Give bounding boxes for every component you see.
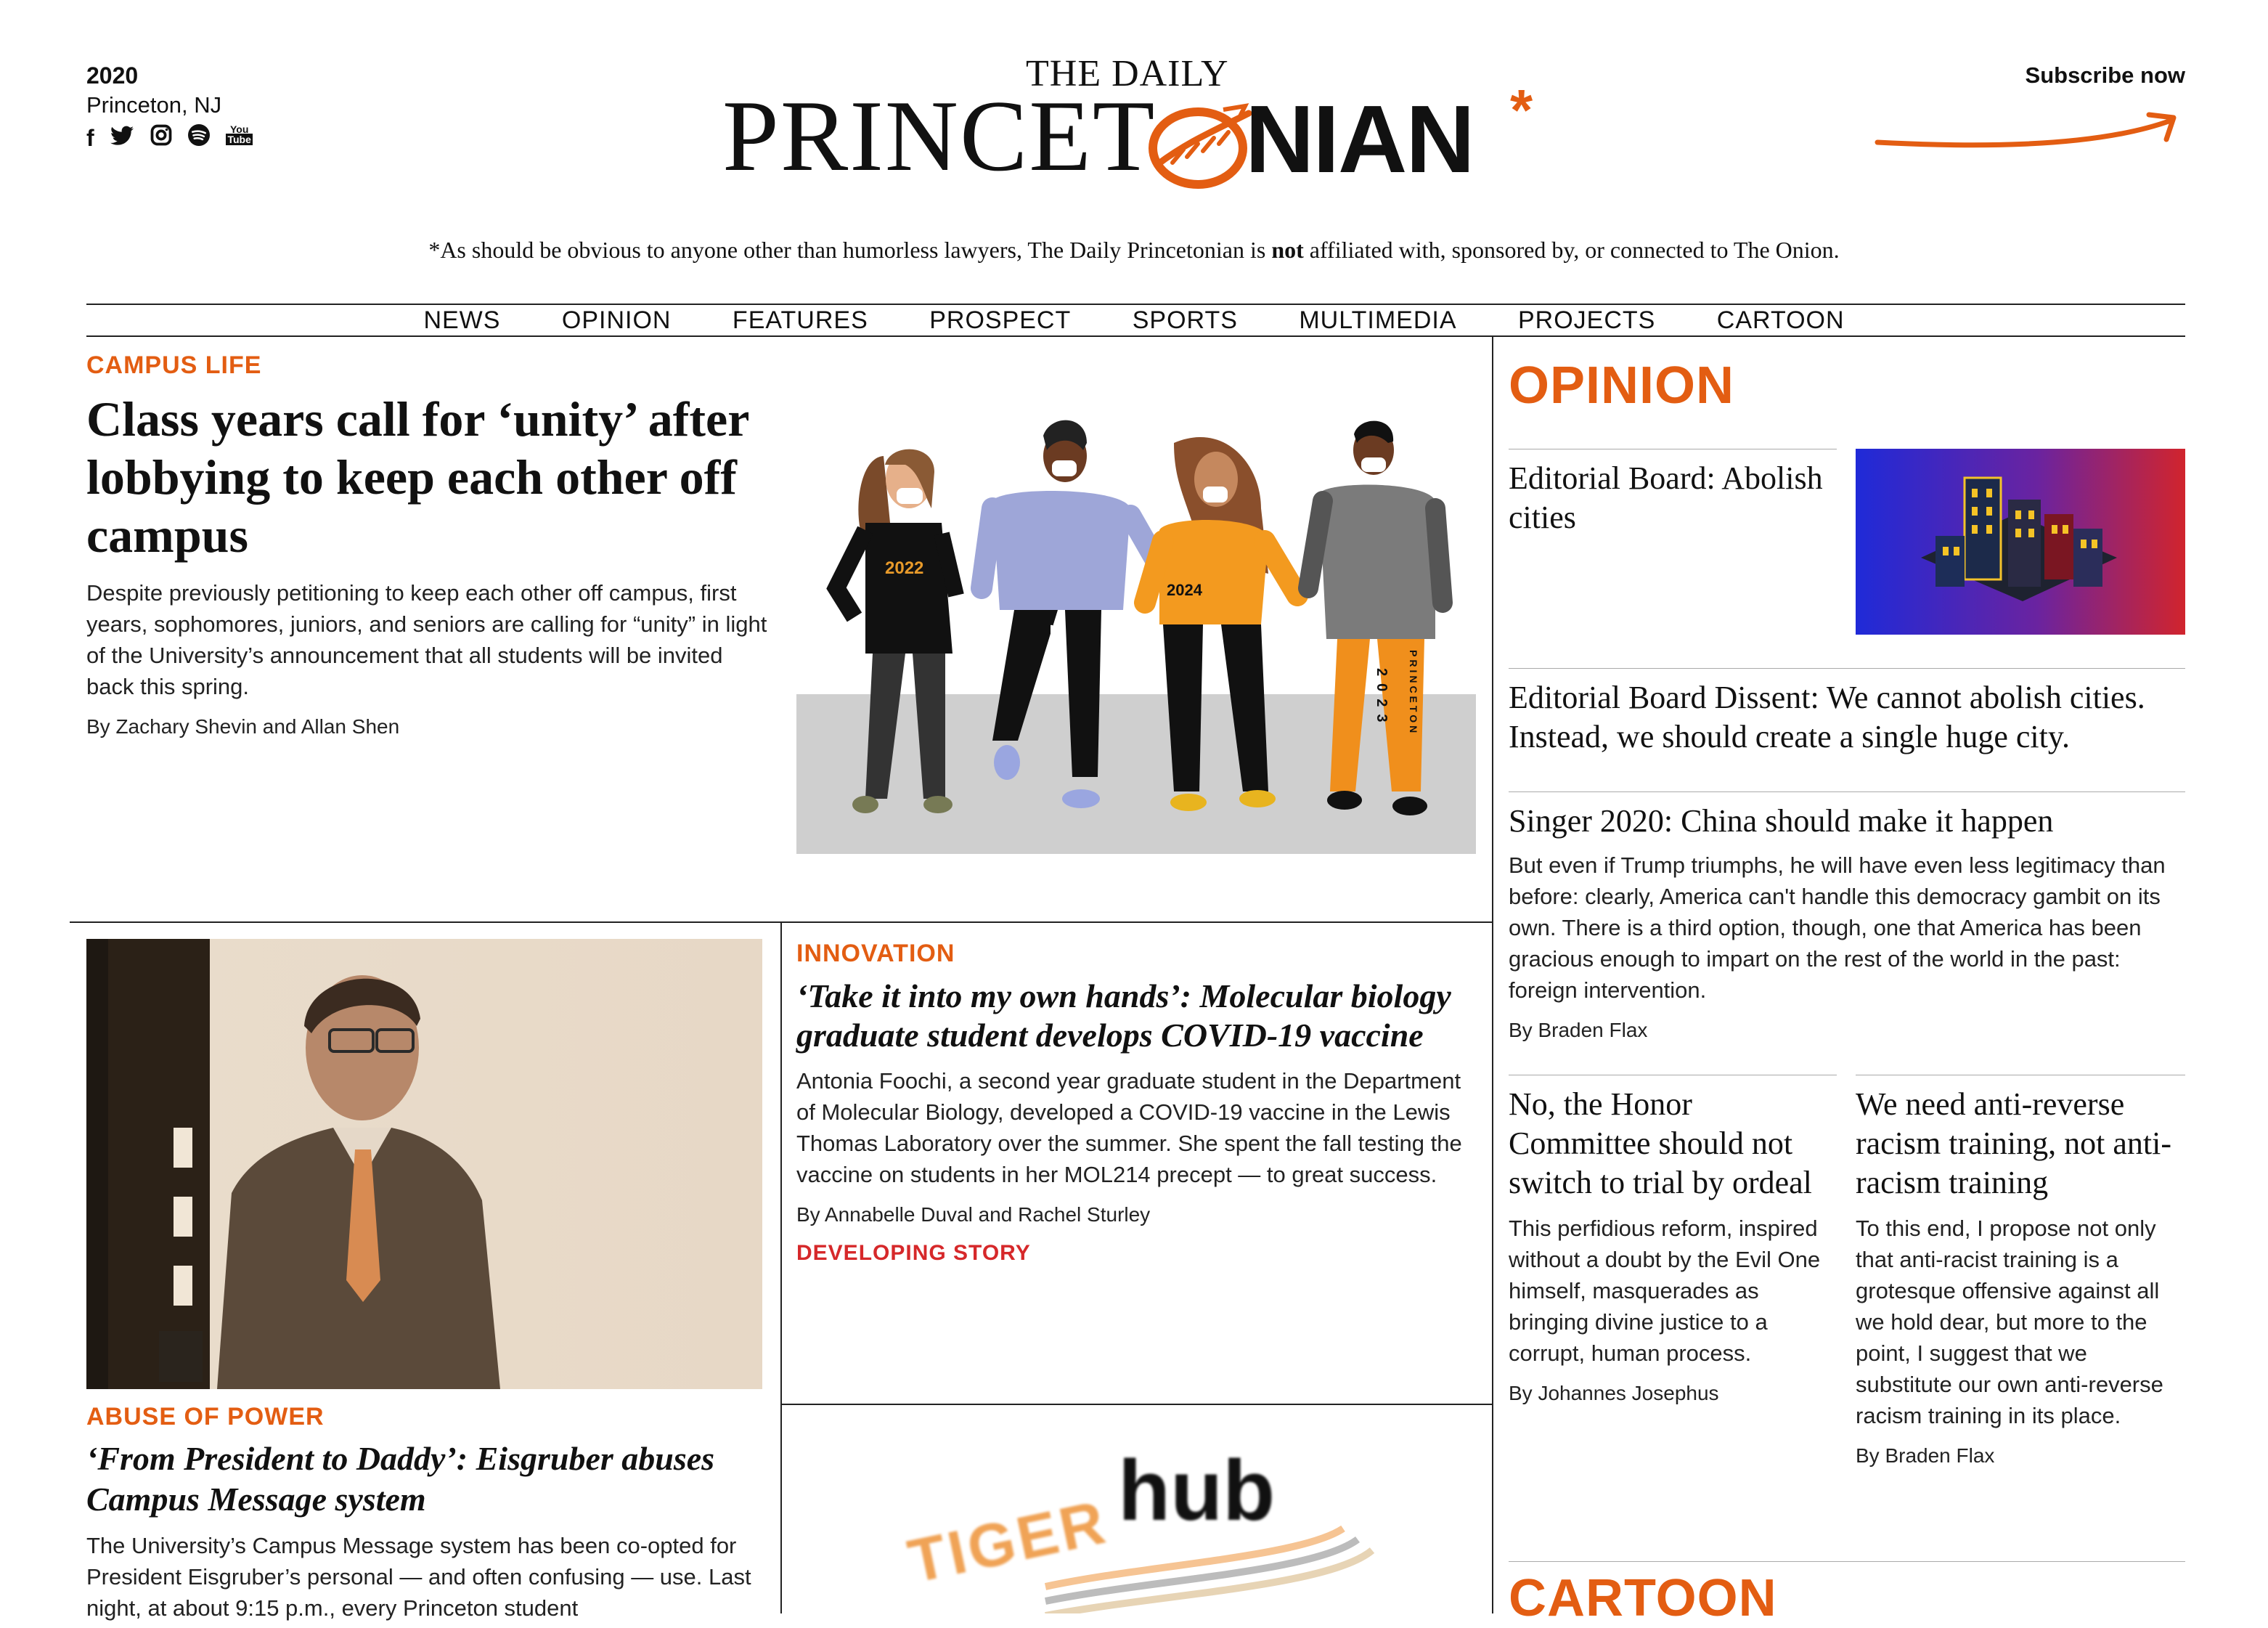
tiger-o-icon (1149, 103, 1252, 189)
story3-kicker[interactable]: INNOVATION (796, 940, 1475, 968)
nav-news[interactable]: NEWS (423, 306, 500, 335)
figure-label-2021: 2021 (1046, 624, 1066, 692)
column-divider-mid (780, 923, 782, 1613)
edition-location: Princeton, NJ (86, 92, 222, 118)
onion-disclaimer: *As should be obvious to anyone other th… (0, 237, 2268, 264)
lead-summary: Despite previously petitioning to keep e… (86, 580, 767, 699)
nav-top-rule (86, 304, 2185, 305)
social-links: f You Tube (86, 124, 319, 153)
opinion-item3-rule (1509, 791, 2185, 792)
opinion-item4: No, the Honor Committee should not switc… (1509, 1085, 1832, 1405)
masthead-left: 2020 Princeton, NJ f You Tube (86, 62, 319, 153)
subscribe-link[interactable]: Subscribe now (1960, 62, 2185, 89)
logo-asterisk: * (1510, 78, 1533, 142)
tigerhub-hub-text: hub (1118, 1443, 1276, 1539)
site-logo[interactable]: THE DAILY PRINCET NIAN * (722, 52, 1557, 190)
opinion-section-title[interactable]: OPINION (1509, 356, 1734, 415)
figure-label-2024: 2024 (1167, 581, 1203, 599)
story2-summary: The University’s Campus Message system h… (86, 1533, 751, 1621)
story2-kicker[interactable]: ABUSE OF POWER (86, 1403, 769, 1431)
column-divider-main (1492, 337, 1493, 1613)
twitter-icon[interactable] (110, 125, 134, 152)
figure-label-princeton: PRINCETON (1408, 650, 1419, 736)
logo-right-text: NIAN (1245, 86, 1475, 192)
figure-label-2023: 2023 (1374, 668, 1390, 730)
opinion-item2-rule (1509, 668, 2185, 669)
lead-headline[interactable]: Class years call for ‘unity’ after lobby… (86, 390, 776, 564)
opinion-item5: We need anti-reverse racism training, no… (1856, 1085, 2185, 1468)
disclaimer-pre: *As should be obvious to anyone other th… (428, 237, 1272, 263)
opinion-item4-summary: This perfidious reform, inspired without… (1509, 1216, 1821, 1366)
disclaimer-bold: not (1271, 237, 1304, 263)
youtube-icon[interactable]: You Tube (226, 124, 253, 145)
cartoon-rule (1509, 1561, 2185, 1562)
opinion-item1-headline[interactable]: Editorial Board: Abolish cities (1509, 459, 1828, 537)
subscribe-arrow-icon (1875, 112, 2177, 148)
opinion-item5-headline[interactable]: We need anti-reverse racism training, no… (1856, 1085, 2185, 1202)
logo-left-text: PRINCET (722, 80, 1157, 192)
nav-features[interactable]: FEATURES (733, 306, 868, 335)
opinion-item4-headline[interactable]: No, the Honor Committee should not switc… (1509, 1085, 1832, 1202)
story2: ABUSE OF POWER ‘From President to Daddy’… (86, 1403, 769, 1624)
opinion-item5-summary: To this end, I propose not only that ant… (1856, 1216, 2163, 1428)
subscribe-label[interactable]: Subscribe now (2026, 62, 2185, 88)
story3-summary: Antonia Foochi, a second year graduate s… (796, 1068, 1462, 1187)
lead-story: CAMPUS LIFE Class years call for ‘unity’… (86, 351, 776, 738)
nav-sports[interactable]: SPORTS (1133, 306, 1238, 335)
developing-story-tag[interactable]: DEVELOPING STORY (796, 1241, 1475, 1266)
lead-illustration[interactable]: 2022 2021 2024 2023 PRINCETON (796, 414, 1476, 854)
story3-headline[interactable]: ‘Take it into my own hands’: Molecular b… (796, 977, 1475, 1055)
nav-bottom-rule (86, 335, 2185, 337)
opinion-item3: Singer 2020: China should make it happen… (1509, 802, 2185, 1042)
cartoon-section-title[interactable]: CARTOON (1509, 1568, 1777, 1628)
edition-year: 2020 (86, 62, 139, 89)
story3-byline[interactable]: By Annabelle Duval and Rachel Sturley (796, 1203, 1475, 1226)
opinion-item2-headline[interactable]: Editorial Board Dissent: We cannot aboli… (1509, 678, 2185, 757)
nav-projects[interactable]: PROJECTS (1518, 306, 1655, 335)
abolish-cities-image[interactable] (1856, 449, 2185, 635)
facebook-icon[interactable]: f (86, 125, 94, 152)
opinion-item3-headline[interactable]: Singer 2020: China should make it happen (1509, 802, 2185, 841)
nav-prospect[interactable]: PROSPECT (929, 306, 1071, 335)
story3: INNOVATION ‘Take it into my own hands’: … (796, 940, 1475, 1266)
story2-headline[interactable]: ‘From President to Daddy’: Eisgruber abu… (86, 1438, 769, 1520)
nav-cartoon[interactable]: CARTOON (1717, 306, 1845, 335)
opinion-item3-byline[interactable]: By Braden Flax (1509, 1019, 2185, 1042)
opinion-item4-byline[interactable]: By Johannes Josephus (1509, 1382, 1832, 1405)
spotify-icon[interactable] (188, 124, 211, 152)
opinion-item3-summary: But even if Trump triumphs, he will have… (1509, 852, 2166, 1003)
lead-byline[interactable]: By Zachary Shevin and Allan Shen (86, 715, 776, 738)
disclaimer-post: affiliated with, sponsored by, or connec… (1303, 237, 1840, 263)
tigerhub-logo[interactable]: TIGER hub (893, 1441, 1401, 1613)
nav-opinion[interactable]: OPINION (562, 306, 672, 335)
nav-multimedia[interactable]: MULTIMEDIA (1299, 306, 1456, 335)
story3-bottom-rule (780, 1404, 1492, 1405)
figure-label-2022: 2022 (885, 558, 923, 578)
instagram-icon[interactable] (150, 124, 172, 152)
story2-photo[interactable] (86, 939, 762, 1389)
main-nav: NEWS OPINION FEATURES PROSPECT SPORTS MU… (0, 306, 2268, 335)
opinion-item5-byline[interactable]: By Braden Flax (1856, 1444, 2185, 1468)
lead-kicker[interactable]: CAMPUS LIFE (86, 351, 776, 380)
